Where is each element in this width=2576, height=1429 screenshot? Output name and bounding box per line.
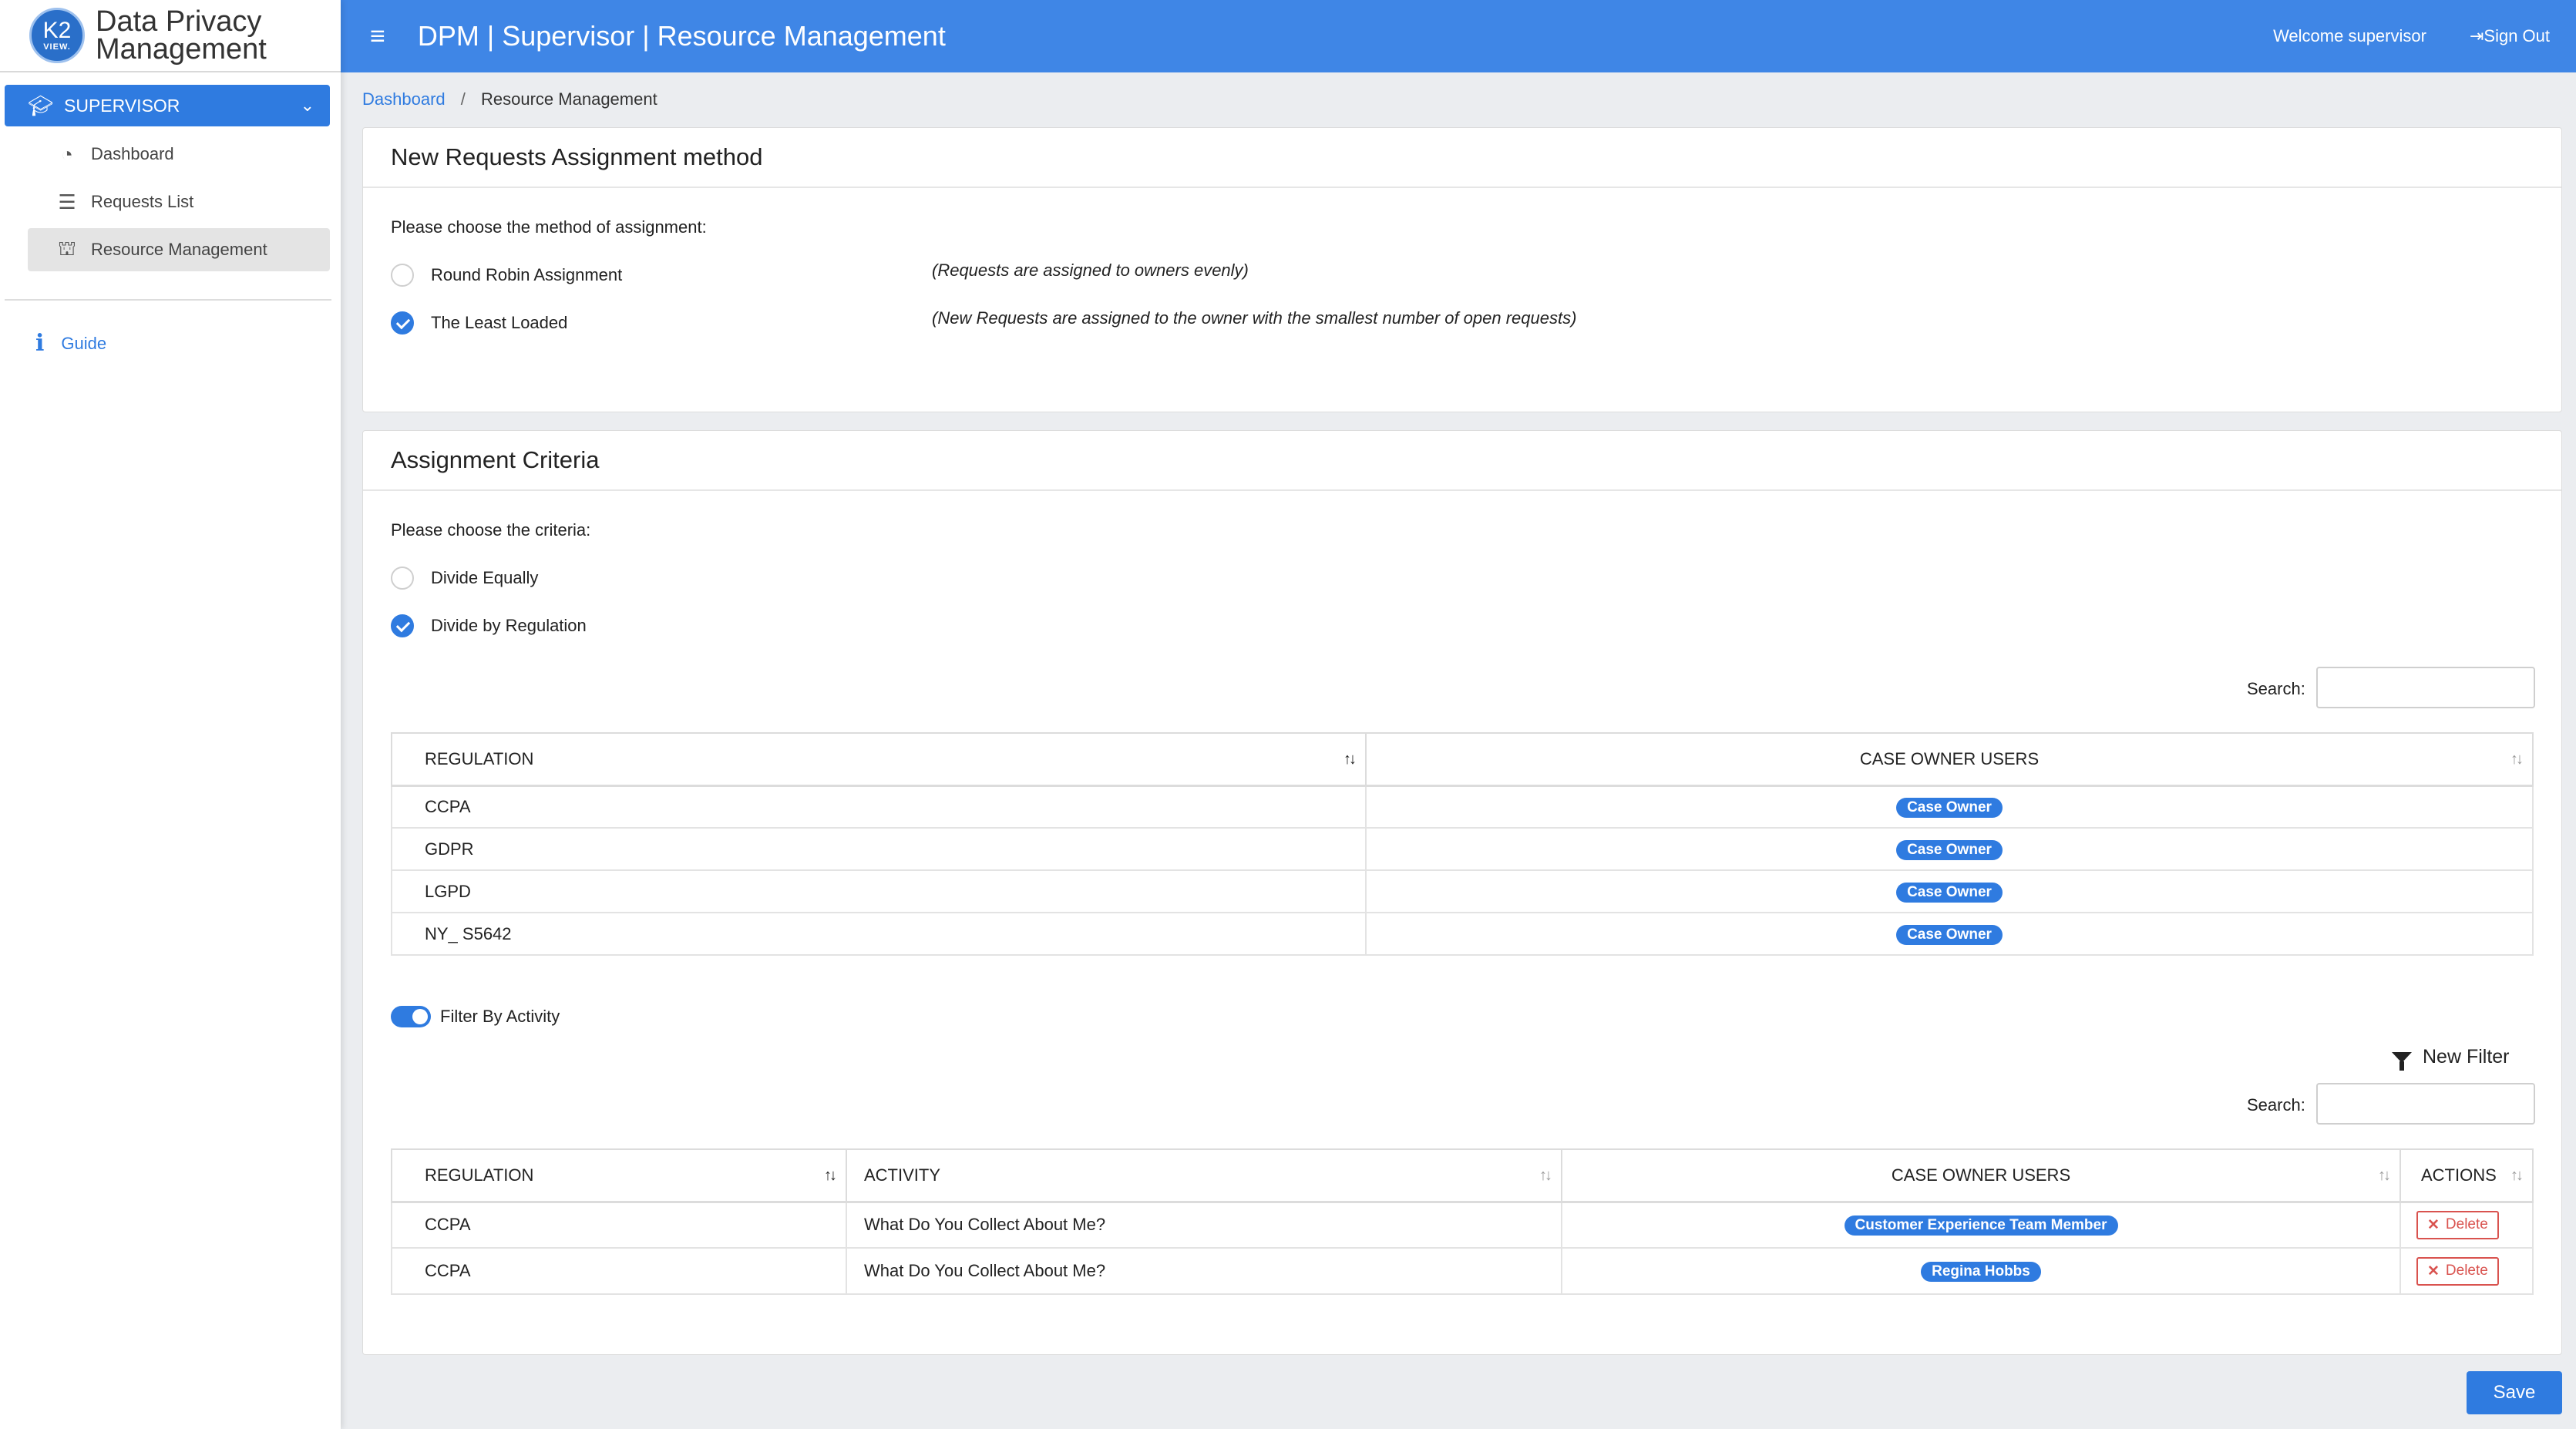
- sign-out-button[interactable]: ⇥Sign Out: [2470, 26, 2550, 46]
- brand-name: Data Privacy Management: [96, 5, 267, 66]
- hamburger-menu-icon[interactable]: ≡: [370, 22, 385, 52]
- tachometer-icon: ◔: [61, 142, 73, 166]
- actions-cell: ✕ Delete: [2399, 1247, 2534, 1295]
- breadcrumb: Dashboard / Resource Management: [362, 89, 657, 109]
- least-loaded-hint: (New Requests are assigned to the owner …: [932, 308, 1577, 328]
- sign-out-icon: ⇥: [2469, 26, 2484, 45]
- owner-cell: Case Owner: [1365, 785, 2534, 829]
- new-filter-button[interactable]: New Filter: [2392, 1046, 2510, 1071]
- divide-by-regulation-label[interactable]: Divide by Regulation: [431, 616, 587, 636]
- sort-icon: ↑↓: [1539, 1167, 1552, 1184]
- top-bar: ≡ DPM | Supervisor | Resource Management…: [341, 0, 2576, 72]
- page-title: DPM | Supervisor | Resource Management: [417, 20, 946, 52]
- activity-search-input[interactable]: [2316, 1083, 2535, 1125]
- assignment-method-title: New Requests Assignment method: [363, 128, 2561, 188]
- table-row: CCPA Case Owner: [391, 785, 2534, 829]
- sidebar-divider: [5, 299, 331, 301]
- assignment-method-card: New Requests Assignment method Please ch…: [362, 127, 2562, 412]
- table-row: NY_ S5642 Case Owner: [391, 912, 2534, 956]
- regulation-cell: NY_ S5642: [391, 912, 1367, 956]
- welcome-text: Welcome supervisor: [2273, 26, 2426, 45]
- sidebar-item-requests-list[interactable]: ☰ Requests List: [28, 180, 330, 224]
- least-loaded-radio[interactable]: [391, 311, 414, 335]
- breadcrumb-current: Resource Management: [481, 89, 657, 109]
- regulation-cell: LGPD: [391, 869, 1367, 913]
- owner-badge[interactable]: Case Owner: [1896, 797, 2003, 818]
- breadcrumb-dashboard-link[interactable]: Dashboard: [362, 89, 446, 109]
- supervisor-menu-toggle[interactable]: 🎓︎ SUPERVISOR ⌄: [5, 85, 330, 126]
- regulation-table: REGULATION ↑↓ CASE OWNER USERS ↑↓ CCPA Cas…: [391, 732, 2534, 956]
- round-robin-hint: (Requests are assigned to owners evenly): [932, 261, 1249, 280]
- owner-cell: Case Owner: [1365, 869, 2534, 913]
- graduation-cap-icon: 🎓︎: [28, 93, 54, 117]
- filter-by-activity-toggle[interactable]: [391, 1006, 431, 1027]
- sitemap-icon: ⛫: [58, 236, 76, 260]
- save-button[interactable]: Save: [2467, 1371, 2562, 1414]
- assignment-criteria-title: Assignment Criteria: [363, 431, 2561, 491]
- owner-badge[interactable]: Customer Experience Team Member: [1844, 1215, 2118, 1236]
- regulation-cell: CCPA: [391, 1247, 847, 1295]
- close-icon: ✕: [2427, 1263, 2440, 1279]
- k2view-logo: K2 VIEW.: [29, 8, 85, 63]
- regulation-search-input[interactable]: [2316, 667, 2535, 708]
- table-row: GDPR Case Owner: [391, 827, 2534, 871]
- owner-badge[interactable]: Case Owner: [1896, 839, 2003, 860]
- regulation-cell: CCPA: [391, 785, 1367, 829]
- table-row: CCPA What Do You Collect About Me? Regin…: [391, 1247, 2534, 1295]
- table-row: CCPA What Do You Collect About Me? Custo…: [391, 1201, 2534, 1249]
- sidebar-item-dashboard[interactable]: ◔ Dashboard: [28, 133, 330, 176]
- sidebar-item-resource-management[interactable]: ⛫ Resource Management: [28, 228, 330, 271]
- sidebar-item-guide[interactable]: i Guide: [35, 330, 106, 357]
- owner-cell: Regina Hobbs: [1561, 1247, 2401, 1295]
- actions-cell: ✕ Delete: [2399, 1201, 2534, 1249]
- sort-icon: ↑↓: [2378, 1167, 2391, 1184]
- column-header-case-owner-users[interactable]: CASE OWNER USERS ↑↓: [1365, 732, 2534, 787]
- chevron-down-icon: ⌄: [300, 96, 314, 115]
- activity-filter-table: REGULATION ↑↓ ACTIVITY ↑↓ CASE OWNER USERS…: [391, 1148, 2534, 1295]
- least-loaded-label[interactable]: The Least Loaded: [431, 313, 567, 333]
- owner-badge[interactable]: Case Owner: [1896, 882, 2003, 903]
- regulation-cell: GDPR: [391, 827, 1367, 871]
- assignment-prompt: Please choose the method of assignment:: [391, 217, 707, 237]
- owner-badge[interactable]: Case Owner: [1896, 924, 2003, 945]
- close-icon: ✕: [2427, 1216, 2440, 1233]
- filter-icon: [2392, 1051, 2412, 1071]
- owner-cell: Case Owner: [1365, 827, 2534, 871]
- sort-icon: ↑↓: [2510, 1167, 2524, 1184]
- sort-asc-icon: ↑↓: [824, 1167, 837, 1184]
- delete-button[interactable]: ✕ Delete: [2416, 1256, 2499, 1286]
- regulation-search-label: Search:: [2247, 679, 2305, 698]
- activity-cell: What Do You Collect About Me?: [846, 1201, 1562, 1249]
- assignment-criteria-card: Assignment Criteria Please choose the cr…: [362, 430, 2562, 1355]
- activity-search-label: Search:: [2247, 1095, 2305, 1115]
- column-header-case-owner-users[interactable]: CASE OWNER USERS ↑↓: [1561, 1148, 2401, 1203]
- column-header-activity[interactable]: ACTIVITY ↑↓: [846, 1148, 1562, 1203]
- filter-by-activity-label: Filter By Activity: [440, 1007, 560, 1026]
- column-header-regulation[interactable]: REGULATION ↑↓: [391, 1148, 847, 1203]
- info-icon: i: [35, 330, 45, 357]
- owner-cell: Customer Experience Team Member: [1561, 1201, 2401, 1249]
- sort-asc-icon: ↑↓: [1343, 751, 1357, 768]
- table-row: LGPD Case Owner: [391, 869, 2534, 913]
- divide-by-regulation-radio[interactable]: [391, 614, 414, 637]
- owner-badge[interactable]: Regina Hobbs: [1921, 1262, 2041, 1282]
- list-icon: ☰: [58, 190, 76, 214]
- regulation-cell: CCPA: [391, 1201, 847, 1249]
- divide-equally-label[interactable]: Divide Equally: [431, 568, 538, 588]
- divide-equally-radio[interactable]: [391, 567, 414, 590]
- owner-cell: Case Owner: [1365, 912, 2534, 956]
- delete-button[interactable]: ✕ Delete: [2416, 1210, 2499, 1239]
- sort-icon: ↑↓: [2510, 751, 2524, 768]
- brand[interactable]: K2 VIEW. Data Privacy Management: [0, 0, 341, 72]
- column-header-actions[interactable]: ACTIONS ↑↓: [2399, 1148, 2534, 1203]
- round-robin-radio[interactable]: [391, 264, 414, 287]
- activity-cell: What Do You Collect About Me?: [846, 1247, 1562, 1295]
- sidebar: K2 VIEW. Data Privacy Management 🎓︎ SUPE…: [0, 0, 341, 1429]
- criteria-prompt: Please choose the criteria:: [391, 520, 591, 540]
- round-robin-label[interactable]: Round Robin Assignment: [431, 265, 622, 285]
- column-header-regulation[interactable]: REGULATION ↑↓: [391, 732, 1367, 787]
